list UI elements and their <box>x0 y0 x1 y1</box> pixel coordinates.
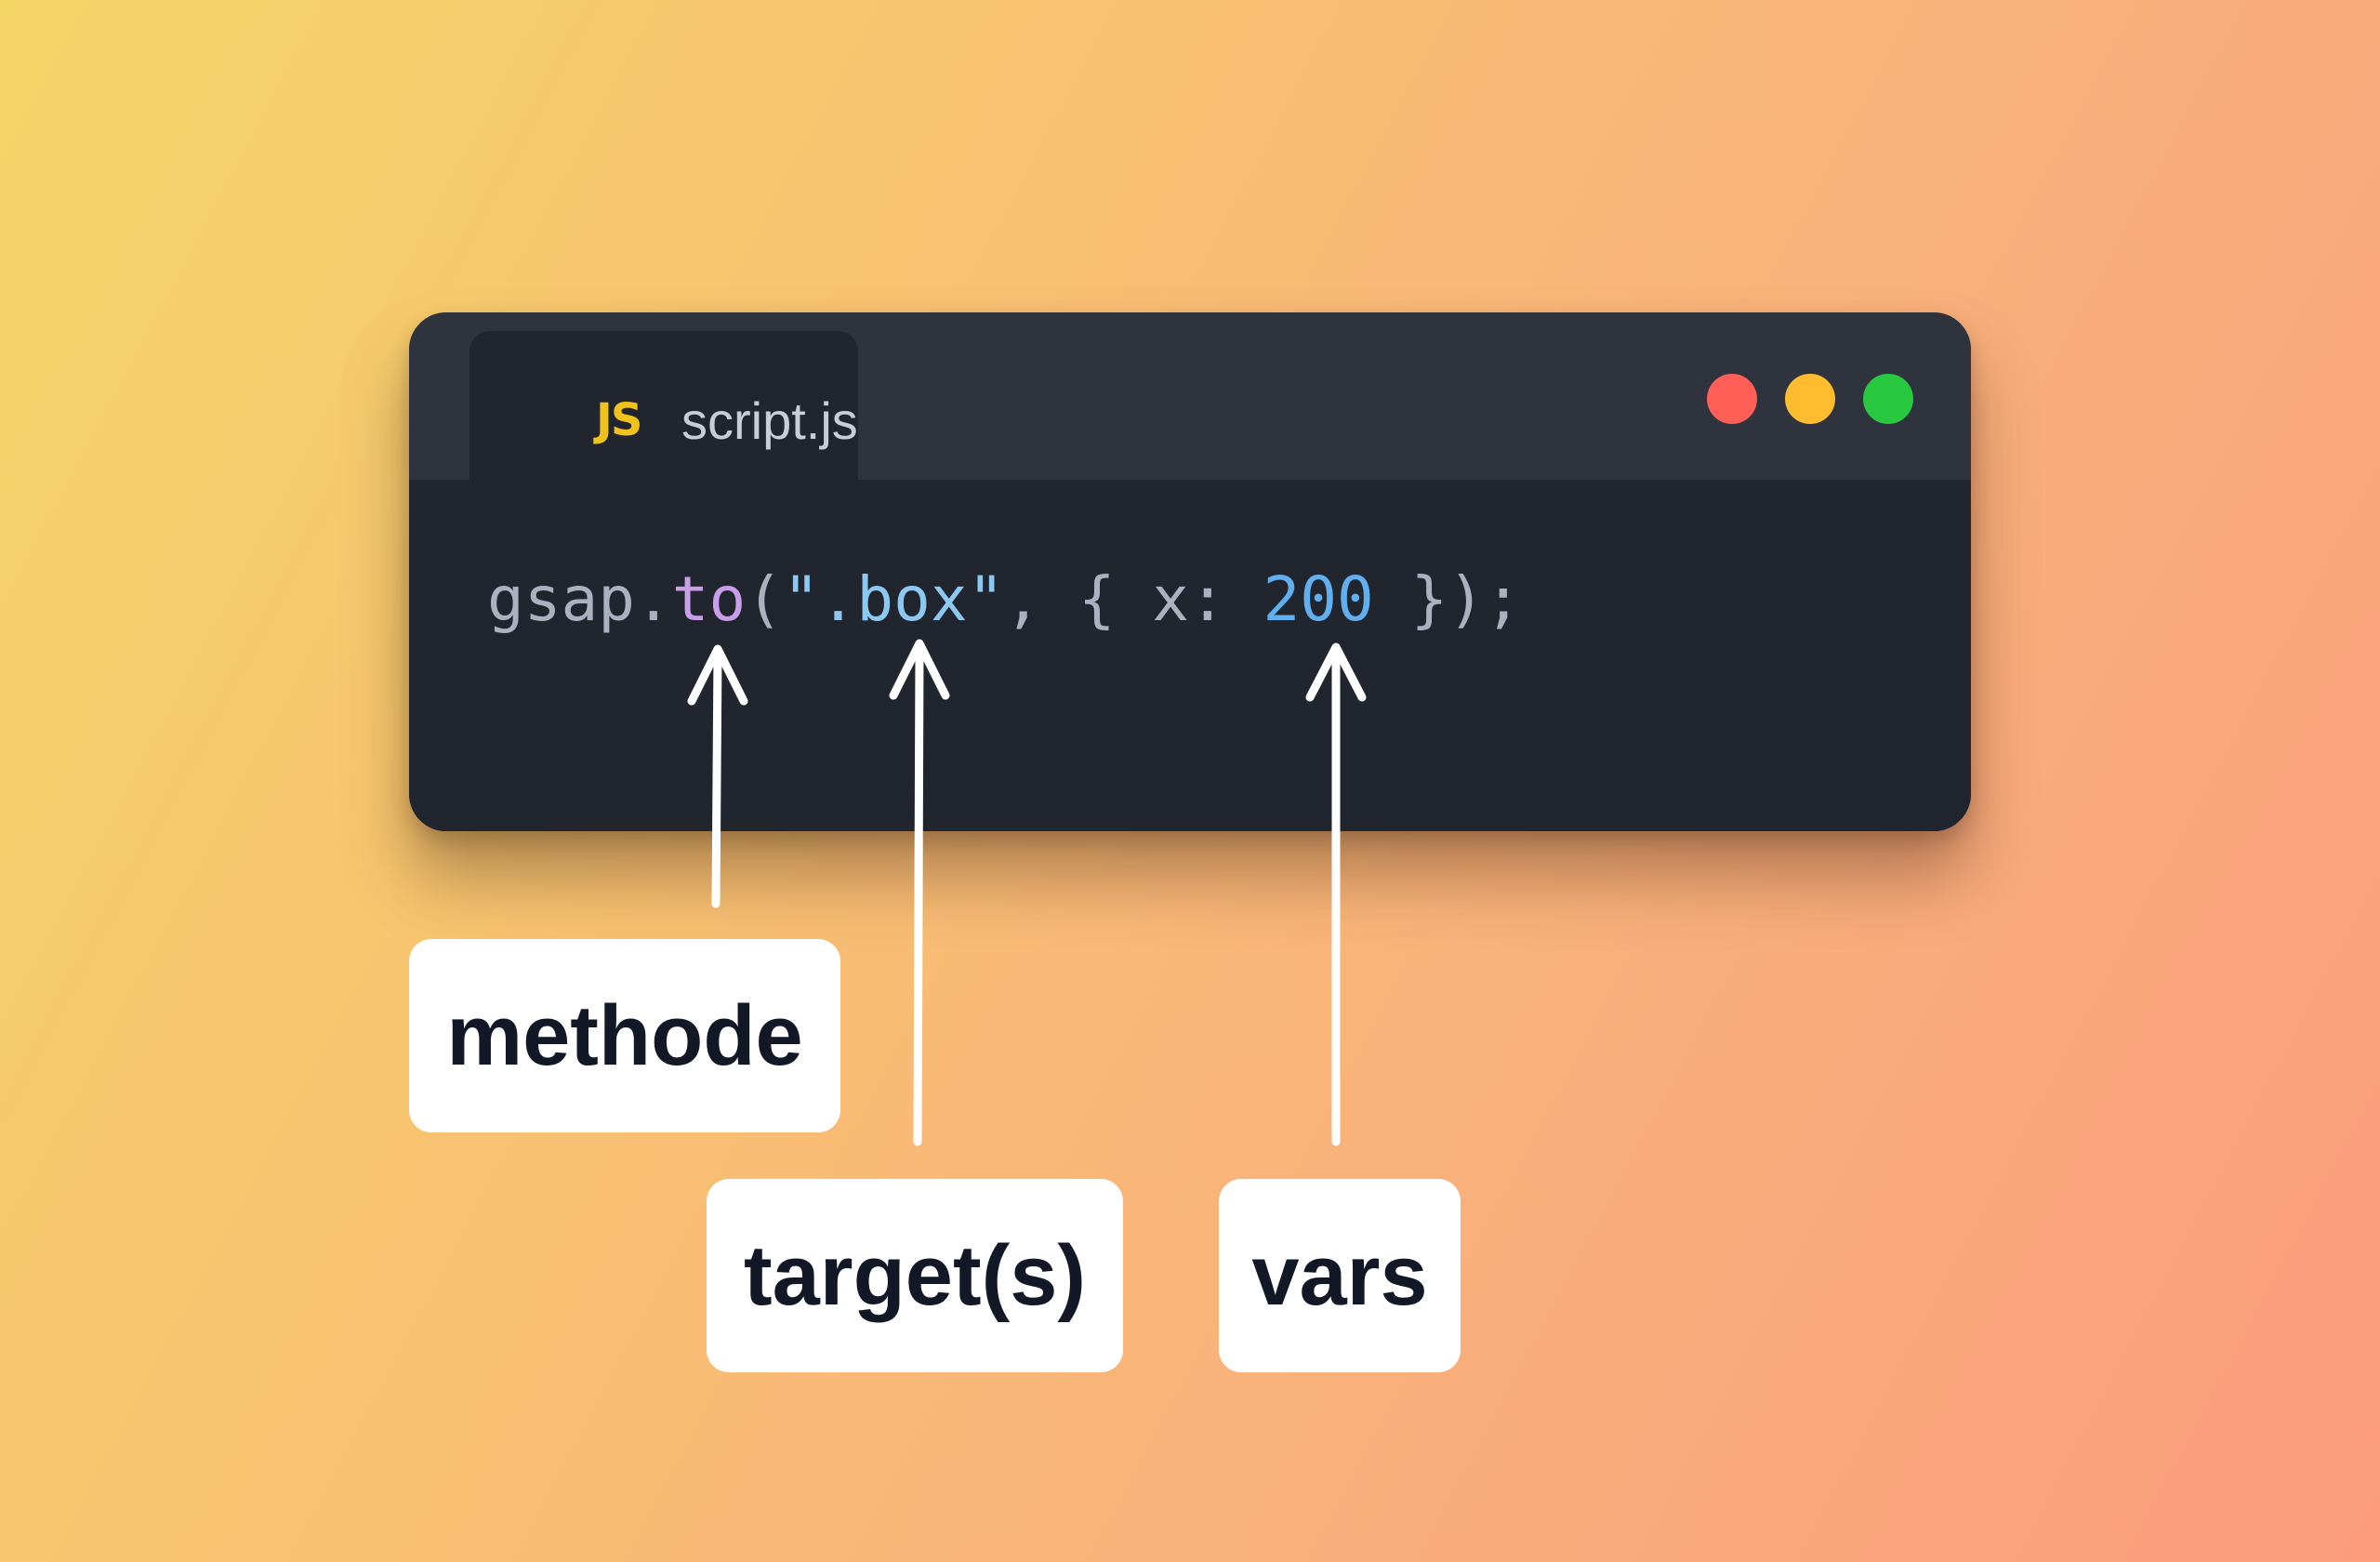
tab-script-js[interactable]: JS script.js <box>469 331 858 508</box>
code-value: 200 <box>1263 563 1374 635</box>
code-method: to <box>671 563 747 635</box>
targets-label: target(s) <box>707 1179 1123 1372</box>
code-separator: , { x: <box>1004 563 1263 635</box>
close-window-button[interactable] <box>1707 374 1757 424</box>
maximize-window-button[interactable] <box>1863 374 1913 424</box>
code-open-paren: ( <box>746 563 783 635</box>
minimize-window-button[interactable] <box>1785 374 1835 424</box>
code-object: gsap <box>487 563 635 635</box>
tab-filename: script.js <box>681 391 858 450</box>
method-label: methode <box>409 939 840 1132</box>
code-target: ".box" <box>782 563 1005 635</box>
code-close: }); <box>1373 563 1522 635</box>
code-editor-window: JS script.js gsap.to(".box", { x: 200 })… <box>409 312 1971 831</box>
code-line: gsap.to(".box", { x: 200 }); <box>487 563 1522 635</box>
vars-label: vars <box>1219 1179 1461 1372</box>
tab-corner-left <box>409 461 469 480</box>
javascript-file-icon: JS <box>596 394 642 446</box>
editor-body <box>409 480 1971 831</box>
code-dot: . <box>634 563 672 635</box>
